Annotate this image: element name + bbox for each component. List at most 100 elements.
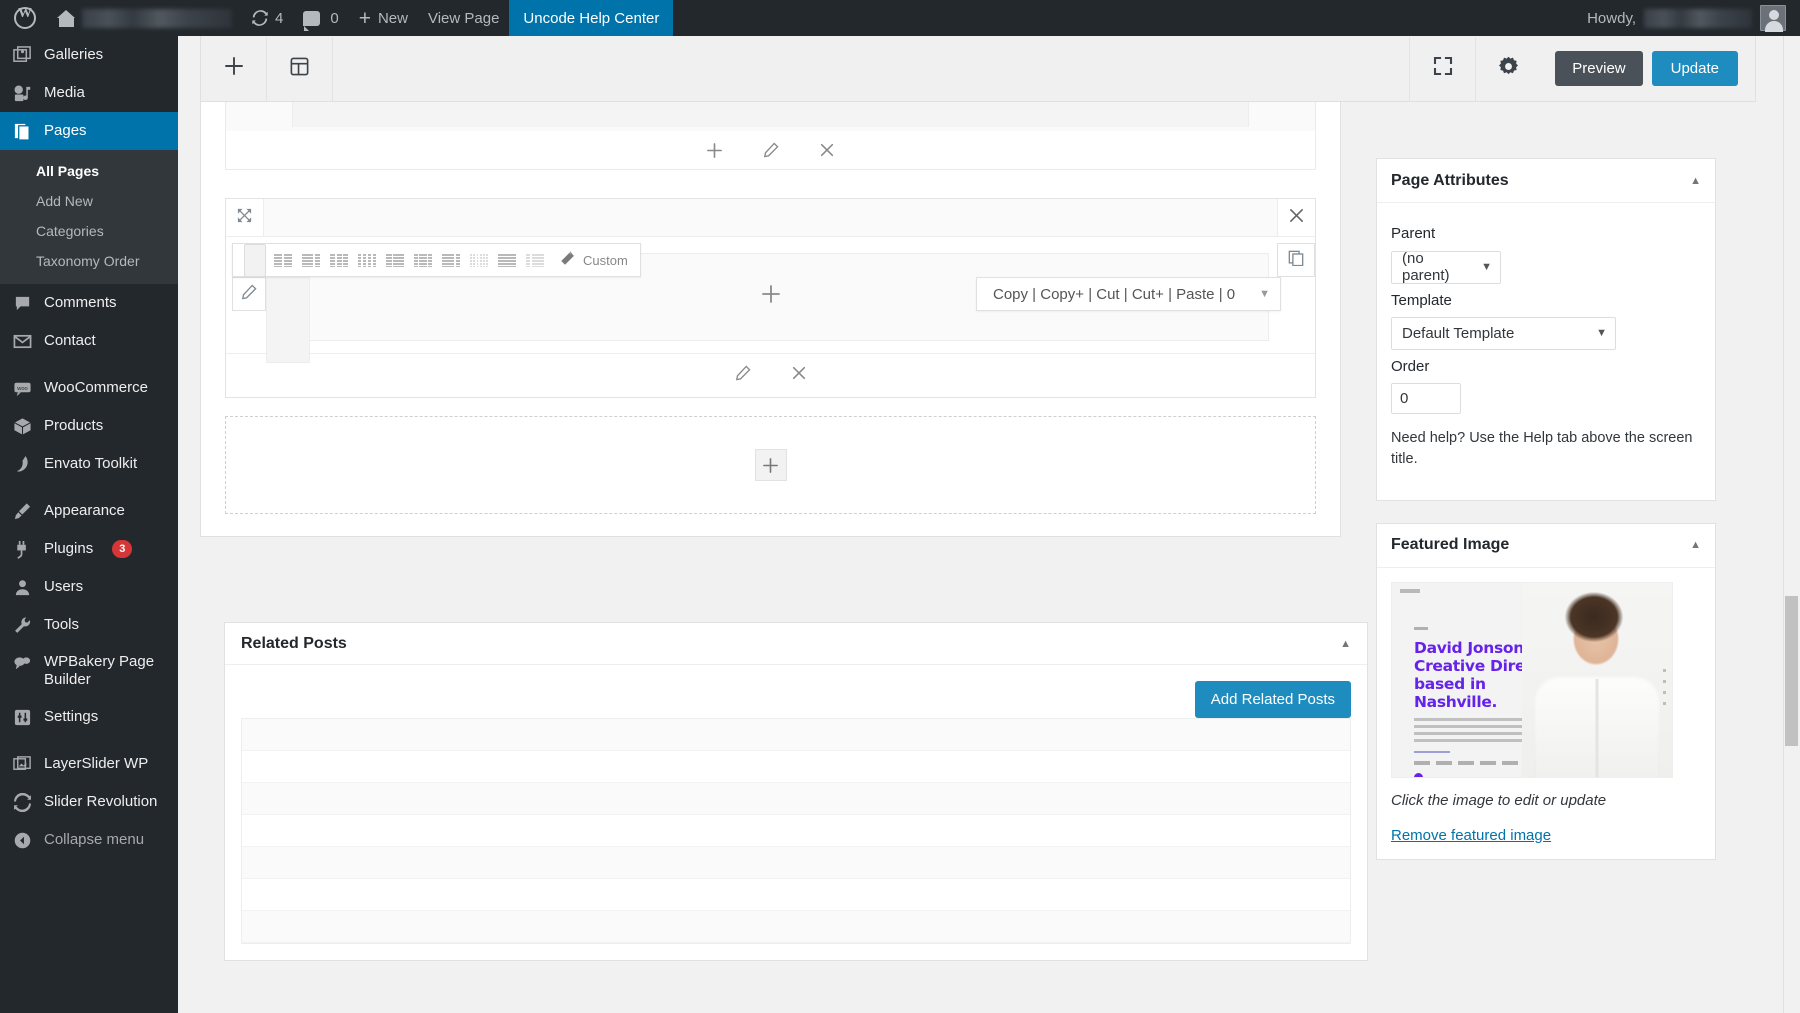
section-expand-button[interactable]	[226, 199, 264, 236]
layout-pattern-1-column[interactable]	[244, 243, 266, 277]
avatar	[1760, 5, 1786, 32]
sidebar-item-plugins[interactable]: Plugins 3	[0, 530, 178, 568]
chevron-up-icon[interactable]: ▲	[1340, 638, 1351, 650]
row-controls	[226, 131, 1315, 169]
template-select[interactable]: Default Template ▼	[1391, 316, 1616, 350]
sidebar-item-galleries[interactable]: Galleries	[0, 36, 178, 74]
featured-image-thumbnail[interactable]: David Jonson is a Creative Director base…	[1391, 581, 1673, 778]
featured-image-header[interactable]: Featured Image ▲	[1377, 524, 1715, 568]
add-element-icon[interactable]	[754, 449, 787, 481]
sidebar-item-media[interactable]: Media	[0, 74, 178, 112]
uncode-help-center-tab[interactable]: Uncode Help Center	[509, 0, 674, 36]
thumbnail-accent-dot	[1414, 772, 1423, 777]
sidebar-item-slider-revolution[interactable]: Slider Revolution	[0, 783, 178, 821]
sidebar-item-all-pages[interactable]: All Pages	[0, 156, 178, 186]
layout-pattern-2-columns-wide-left[interactable]	[300, 251, 322, 269]
related-posts-header[interactable]: Related Posts ▲	[225, 623, 1367, 665]
sidebar-item-settings[interactable]: Settings	[0, 698, 178, 736]
collapse-icon	[12, 830, 32, 850]
comments-menu[interactable]: 0	[293, 0, 348, 36]
chevron-up-icon[interactable]: ▲	[1690, 175, 1701, 187]
table-row[interactable]	[242, 719, 1350, 751]
updates-menu[interactable]: 4	[242, 0, 293, 36]
layout-pattern-3-columns[interactable]	[328, 251, 350, 269]
sidebar-item-wpbakery-page-builder[interactable]: WPBakery Page Builder	[0, 644, 178, 698]
section-edit-button[interactable]	[232, 277, 266, 311]
layout-pattern-1-column-b[interactable]	[496, 251, 518, 269]
parent-label: Parent	[1391, 225, 1436, 242]
layout-pattern-4-columns[interactable]	[356, 251, 378, 269]
section-duplicate-button[interactable]	[1277, 243, 1315, 277]
page-attributes-header[interactable]: Page Attributes ▲	[1377, 159, 1715, 203]
table-row[interactable]	[242, 847, 1350, 879]
sidebar-item-contact[interactable]: Contact	[0, 322, 178, 360]
fullscreen-button[interactable]	[1409, 36, 1475, 101]
edit-pencil-icon[interactable]	[733, 363, 753, 383]
parent-select[interactable]: (no parent) ▼	[1391, 250, 1501, 284]
chevron-up-icon[interactable]: ▲	[1690, 539, 1701, 551]
page-attributes-body: Parent (no parent) ▼ Template Default Te…	[1377, 203, 1715, 500]
table-row[interactable]	[242, 815, 1350, 847]
parent-value: (no parent)	[1402, 250, 1450, 284]
comments-icon	[12, 293, 32, 313]
add-element-button[interactable]	[201, 36, 267, 101]
section-delete-button[interactable]	[1277, 199, 1315, 236]
remove-featured-image-link[interactable]: Remove featured image	[1391, 827, 1551, 844]
layout-pattern-3-columns-uneven[interactable]	[412, 251, 434, 269]
layout-pattern-6-columns[interactable]	[468, 251, 490, 269]
layout-pattern-2-columns-narrow-left[interactable]	[384, 251, 406, 269]
site-name-menu[interactable]	[48, 0, 242, 36]
order-input[interactable]: 0	[1391, 382, 1461, 414]
clipboard-toolbar[interactable]: Copy | Copy+ | Cut | Cut+ | Paste | 0 ▼	[976, 277, 1281, 311]
sidebar-item-woocommerce[interactable]: woo WooCommerce	[0, 369, 178, 407]
update-button[interactable]: Update	[1651, 51, 1738, 86]
builder-row[interactable]	[225, 102, 1316, 170]
sidebar-item-taxonomy-order[interactable]: Taxonomy Order	[0, 246, 178, 276]
builder-section[interactable]: Custom Copy | Copy+ | Cut | Cut+ | Paste…	[225, 198, 1316, 398]
preview-button[interactable]: Preview	[1555, 51, 1643, 86]
sidebar-item-label: Galleries	[44, 46, 104, 63]
view-page-link[interactable]: View Page	[418, 0, 509, 36]
sidebar-item-tools[interactable]: Tools	[0, 606, 178, 644]
sidebar-item-pages[interactable]: Pages	[0, 112, 178, 150]
table-row[interactable]	[242, 783, 1350, 815]
chevron-down-icon[interactable]: ▼	[1259, 288, 1270, 300]
add-element-icon[interactable]	[761, 284, 781, 310]
add-related-posts-button[interactable]: Add Related Posts	[1194, 681, 1351, 718]
table-row[interactable]	[242, 879, 1350, 911]
new-content-menu[interactable]: + New	[349, 0, 418, 36]
section-controls	[226, 353, 1315, 391]
sidebar-item-categories[interactable]: Categories	[0, 216, 178, 246]
layout-templates-icon	[289, 56, 310, 82]
related-posts-title: Related Posts	[241, 634, 347, 652]
templates-button[interactable]	[267, 36, 333, 101]
empty-drop-zone[interactable]	[225, 416, 1316, 514]
duplicate-icon	[1288, 250, 1304, 271]
sidebar-item-label: WooCommerce	[44, 379, 148, 396]
sidebar-item-layerslider-wp[interactable]: LayerSlider WP	[0, 745, 178, 783]
account-menu[interactable]: Howdy,	[1587, 5, 1800, 32]
sidebar-item-comments[interactable]: Comments	[0, 284, 178, 322]
sidebar-item-add-new-page[interactable]: Add New	[0, 186, 178, 216]
custom-layout-button[interactable]: Custom	[559, 250, 632, 270]
sidebar-item-collapse-menu[interactable]: Collapse menu	[0, 821, 178, 859]
sidebar-item-envato-toolkit[interactable]: Envato Toolkit	[0, 445, 178, 483]
table-row[interactable]	[242, 911, 1350, 943]
table-row[interactable]	[242, 751, 1350, 783]
page-attributes-help-text: Need help? Use the Help tab above the sc…	[1391, 429, 1693, 468]
sidebar-item-users[interactable]: Users	[0, 568, 178, 606]
wordpress-logo-menu[interactable]	[0, 0, 48, 36]
settings-button[interactable]	[1475, 36, 1541, 101]
sidebar-item-appearance[interactable]: Appearance	[0, 492, 178, 530]
add-element-icon[interactable]	[705, 140, 725, 160]
scrollbar-thumb[interactable]	[1785, 596, 1798, 746]
page-scrollbar[interactable]	[1783, 36, 1800, 1013]
sidebar-item-products[interactable]: Products	[0, 407, 178, 445]
fullscreen-icon	[1432, 55, 1454, 82]
layout-pattern-2-columns-narrow[interactable]	[524, 251, 546, 269]
delete-close-icon[interactable]	[789, 363, 809, 383]
layout-pattern-2-columns-wide-left-b[interactable]	[440, 251, 462, 269]
delete-close-icon[interactable]	[817, 140, 837, 160]
layout-pattern-2-columns[interactable]	[272, 251, 294, 269]
edit-pencil-icon[interactable]	[761, 140, 781, 160]
